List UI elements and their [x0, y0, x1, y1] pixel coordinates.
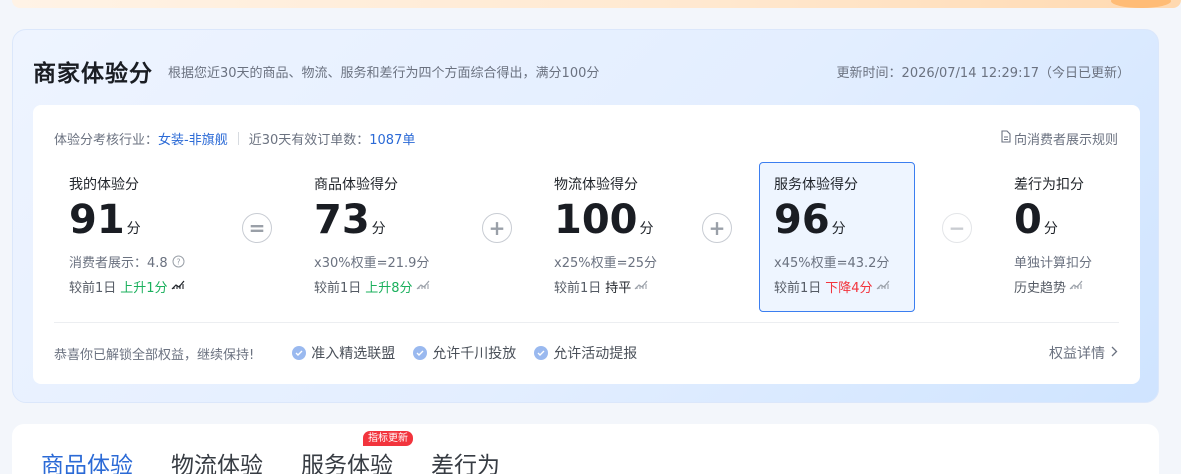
score-panel: 体验分考核行业： 女装-非旗舰 近30天有效订单数： 1087单 向消费者展示规…	[33, 105, 1140, 384]
chevron-right-icon	[1111, 345, 1118, 361]
orders-label: 近30天有效订单数：	[248, 133, 370, 148]
compare-prefix: 较前1日	[774, 280, 822, 296]
unlock-message: 恭喜你已解锁全部权益，继续保持!	[54, 347, 255, 363]
metric-label: 物流体验得分	[554, 177, 638, 193]
industry-label: 体验分考核行业：	[54, 133, 159, 148]
perk-label: 允许活动提报	[553, 346, 638, 362]
check-circle-icon	[292, 346, 307, 360]
metric-score: 100	[554, 197, 638, 243]
meta-divider	[237, 132, 239, 145]
perk-item: 允许活动提报	[534, 343, 637, 363]
tab-logistics-experience[interactable]: 物流体验	[171, 446, 263, 474]
metric-label: 服务体验得分	[774, 177, 858, 193]
banner-decoration	[1111, 0, 1171, 8]
svg-text:?: ?	[176, 257, 180, 266]
equals-operator-icon: =	[242, 213, 272, 243]
metric-score: 73	[314, 197, 370, 243]
detail-tabs: 商品体验 物流体验 服务体验 差行为 指标更新	[12, 424, 1159, 474]
compare-value: 上升1分	[120, 280, 168, 296]
benefits-footer: 恭喜你已解锁全部权益，继续保持! 准入精选联盟 允许千川投放 允许活动提报	[54, 343, 637, 363]
weight-text: x30%权重=21.9分	[314, 255, 430, 271]
consumer-rules-link[interactable]: 向消费者展示规则	[1000, 129, 1118, 148]
minus-operator-icon: −	[942, 213, 972, 243]
document-icon	[1000, 130, 1012, 147]
metric-score: 91	[69, 197, 125, 243]
weight-text: x45%权重=43.2分	[774, 255, 890, 271]
perk-item: 允许千川投放	[413, 343, 516, 363]
trend-chart-icon[interactable]	[416, 278, 430, 294]
metric-score: 0	[1014, 197, 1042, 243]
panel-divider	[54, 322, 1119, 323]
metric-label: 差行为扣分	[1014, 177, 1084, 193]
metric-score: 96	[774, 197, 830, 243]
industry-value: 女装-非旗舰	[158, 133, 228, 148]
metric-bad-behavior-deduction: 差行为扣分 0分 单独计算扣分 历史趋势	[1014, 174, 1093, 296]
tab-bad-behavior[interactable]: 差行为	[431, 446, 500, 474]
compare-value: 上升8分	[365, 280, 413, 296]
compare-prefix: 较前1日	[554, 280, 602, 296]
metric-update-badge: 指标更新	[363, 431, 413, 446]
metric-logistics-score: 物流体验得分 100 分 x25%权重=25分 较前1日 持平	[554, 174, 658, 296]
trend-chart-icon[interactable]	[876, 278, 890, 294]
metric-unit: 分	[1043, 221, 1058, 237]
plus-operator-icon: +	[482, 213, 512, 243]
update-time: 更新时间：2026/07/14 12:29:17（今日已更新）	[836, 66, 1130, 81]
check-circle-icon	[413, 346, 428, 360]
weight-text: x25%权重=25分	[554, 255, 658, 271]
help-icon[interactable]: ?	[172, 255, 185, 268]
metric-unit: 分	[831, 221, 846, 237]
history-trend-label: 历史趋势	[1014, 280, 1067, 296]
experience-score-card: 商家体验分 根据您近30天的商品、物流、服务和差行为四个方面综合得出，满分100…	[12, 29, 1159, 403]
trend-chart-icon[interactable]	[634, 278, 648, 294]
meta-row: 体验分考核行业： 女装-非旗舰 近30天有效订单数： 1087单	[54, 129, 415, 148]
tab-service-experience[interactable]: 服务体验	[301, 446, 393, 474]
compare-prefix: 较前1日	[69, 280, 117, 296]
orders-value: 1087单	[369, 133, 416, 148]
perk-label: 准入精选联盟	[311, 346, 396, 362]
metric-label: 我的体验分	[69, 177, 139, 193]
perk-label: 允许千川投放	[432, 346, 517, 362]
tab-product-experience[interactable]: 商品体验	[41, 446, 133, 474]
deduction-note: 单独计算扣分	[1014, 255, 1093, 271]
metric-product-score: 商品体验得分 73 分 x30%权重=21.9分 较前1日 上升8分	[314, 174, 430, 296]
top-banner-strip	[12, 0, 1181, 8]
rules-link-label: 向消费者展示规则	[1013, 133, 1118, 148]
compare-value: 下降4分	[825, 280, 873, 296]
metric-unit: 分	[639, 221, 654, 237]
page-title: 商家体验分	[33, 61, 153, 87]
metric-service-score: 服务体验得分 96 分 x45%权重=43.2分 较前1日 下降4分	[774, 174, 890, 296]
metric-unit: 分	[371, 221, 386, 237]
trend-chart-icon[interactable]	[1069, 278, 1083, 294]
trend-chart-icon[interactable]	[171, 278, 185, 294]
compare-value: 持平	[605, 280, 632, 296]
consumer-display-score: 消费者展示：4.8	[69, 255, 168, 271]
check-circle-icon	[534, 346, 549, 360]
plus-operator-icon: +	[702, 213, 732, 243]
benefits-link-label: 权益详情	[1049, 346, 1105, 362]
metric-my-score: 我的体验分 91 分 消费者展示：4.8 ? 较前1日 上升1分	[69, 174, 185, 296]
perk-item: 准入精选联盟	[292, 343, 395, 363]
metric-label: 商品体验得分	[314, 177, 398, 193]
page-subtitle: 根据您近30天的商品、物流、服务和差行为四个方面综合得出，满分100分	[168, 66, 600, 81]
metric-unit: 分	[126, 221, 141, 237]
compare-prefix: 较前1日	[314, 280, 362, 296]
benefits-detail-link[interactable]: 权益详情	[1049, 343, 1118, 363]
